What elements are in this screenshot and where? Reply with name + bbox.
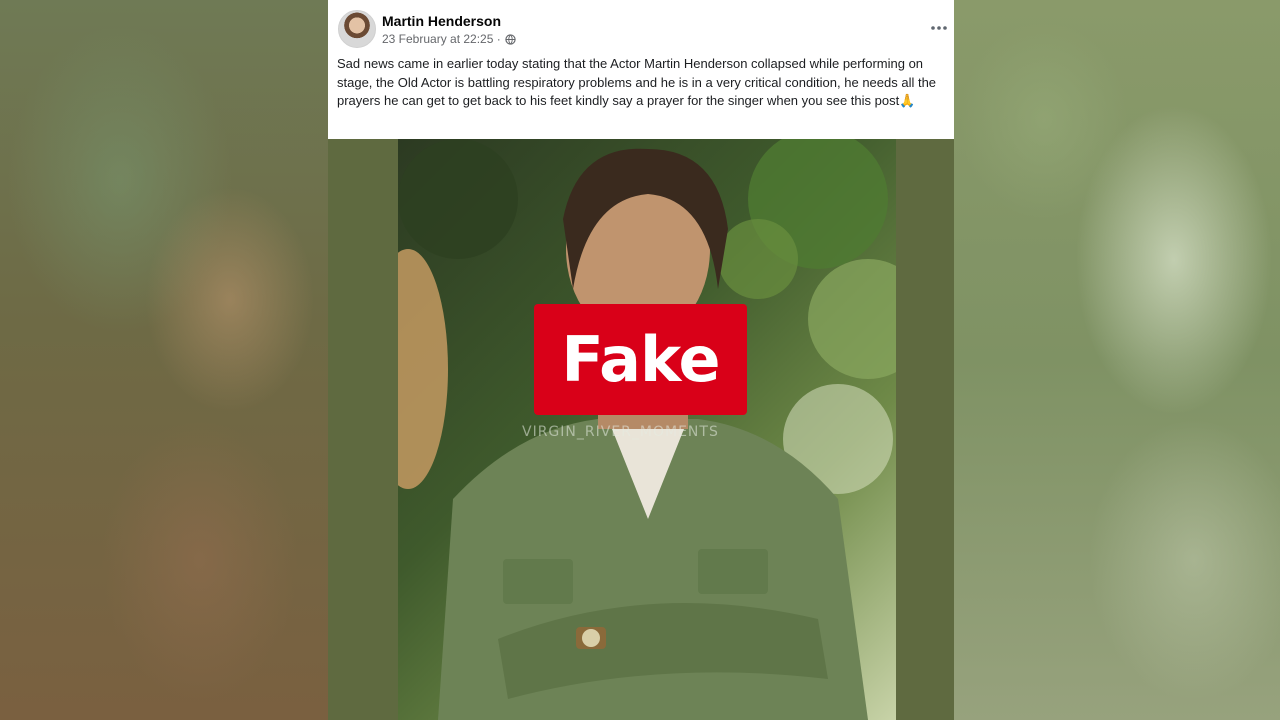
fake-verdict-label: Fake [561,323,720,396]
post-body-text: Sad news came in earlier today stating t… [337,56,937,109]
blurred-background-left [0,0,328,720]
post-meta: 23 February at 22:25 · [382,32,516,46]
fake-verdict-stamp: Fake [534,304,747,415]
avatar[interactable] [338,10,376,48]
post-author-name[interactable]: Martin Henderson [382,13,501,29]
more-options-button[interactable] [928,18,950,38]
more-dots-icon [931,26,947,30]
blurred-background-right [954,0,1280,720]
photo-watermark: VIRGIN_RIVER_MOMENTS [522,424,719,440]
globe-icon [505,33,516,45]
post-timestamp[interactable]: 23 February at 22:25 · [382,32,501,46]
screenshot-canvas: Martin Henderson 23 February at 22:25 · … [0,0,1280,720]
